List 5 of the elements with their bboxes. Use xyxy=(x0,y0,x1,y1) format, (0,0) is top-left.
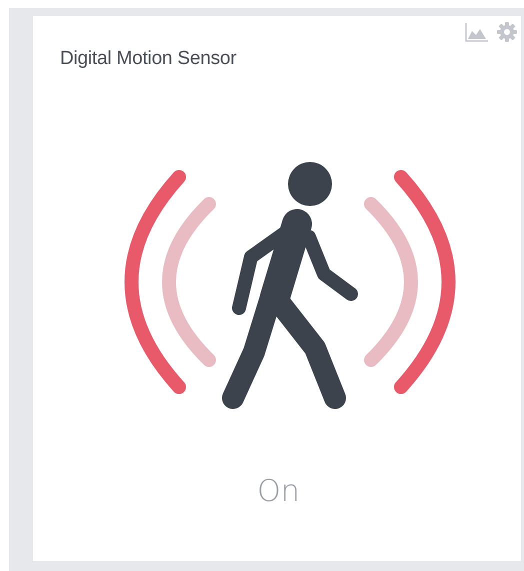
tile-title: Digital Motion Sensor xyxy=(60,48,236,70)
chart-icon[interactable] xyxy=(465,22,489,42)
status-text: On xyxy=(257,474,300,509)
settings-icon[interactable] xyxy=(497,22,517,42)
walking-person-icon xyxy=(222,162,358,409)
